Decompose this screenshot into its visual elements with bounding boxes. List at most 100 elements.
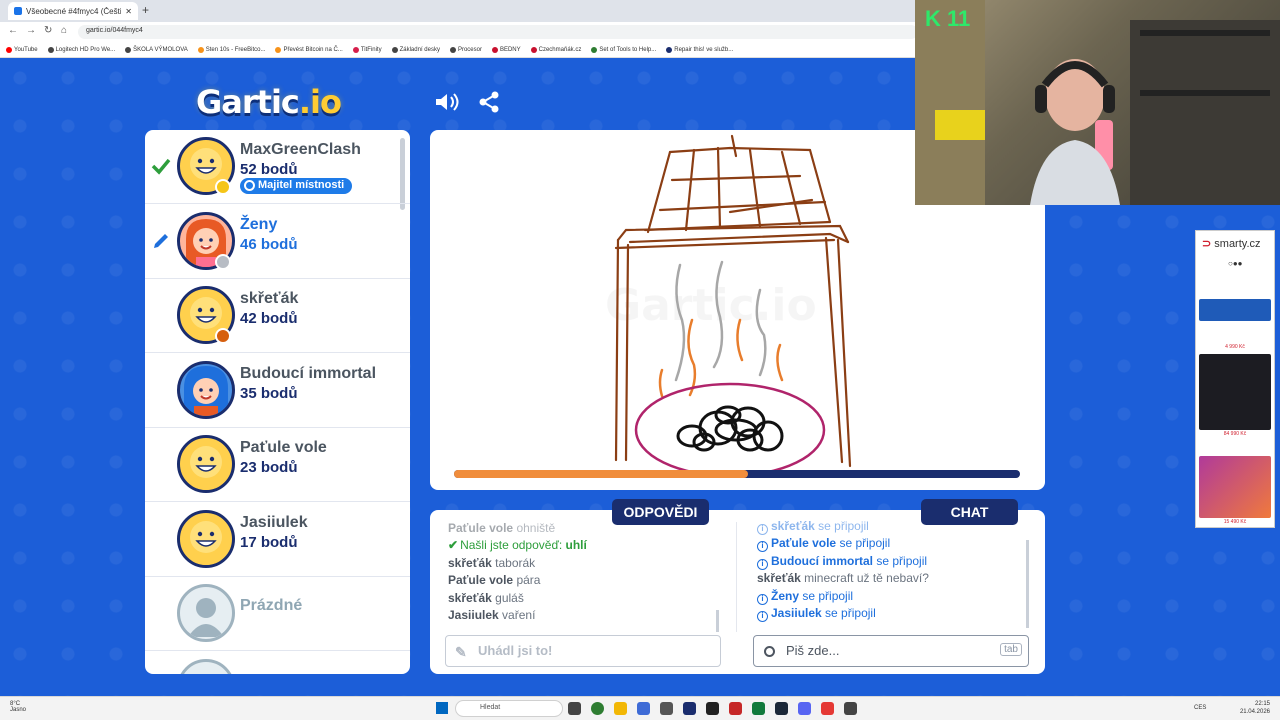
bookmark-favicon-icon [197,46,204,53]
input-language[interactable]: CES [1194,705,1206,711]
chat-join-line: i Jasiiulek se připojil [757,605,1022,623]
address-bar[interactable]: gartic.io/044fmyc4 [78,25,918,39]
bookmark-favicon-icon [125,46,132,53]
bookmark-label: YouTube [14,46,38,53]
forward-icon[interactable]: → [26,25,36,36]
empty-avatar [177,658,235,674]
player-row[interactable]: Prázdné [145,577,410,651]
chat-text: se připojil [825,606,876,621]
info-icon: i [757,611,768,623]
answer-line: skřeťák taborák [448,555,718,572]
bookmark-favicon-icon [666,46,673,53]
ad-product-monitor[interactable] [1199,456,1271,518]
chat-user: Budoucí immortal [771,553,874,568]
chat-scrollbar[interactable] [1026,540,1029,628]
chat-user: skřeťák [757,571,801,586]
sound-icon[interactable] [434,91,460,113]
answer-user: skřeťák [448,590,492,605]
bookmark-favicon-icon [391,46,398,53]
tab-key-hint: tab [1000,643,1022,656]
chat-join-line: i Budoucí immortal se připojil [757,553,1022,570]
ad-product-pc[interactable] [1199,354,1271,430]
info-icon: i [757,558,768,570]
guess-input[interactable]: ✎ Uhádl jsi to! [445,635,721,667]
player-row[interactable]: skřeťák 42 bodů [145,279,410,353]
player-row[interactable]: Jasiiulek 17 bodů [145,503,410,577]
chat-input[interactable]: Piš zde... tab [753,635,1029,667]
app-icon[interactable] [706,702,719,715]
close-tab-icon[interactable]: ✕ [125,7,132,16]
avatar [177,360,235,419]
chrome-icon[interactable] [591,702,604,715]
back-icon[interactable]: ← [8,25,18,36]
steam-icon[interactable] [775,702,788,715]
tab-title: Všeobecné #4fmyc4 (Čeština) [26,6,122,16]
bookmark-label: Czechmaňák.cz [538,46,582,53]
app-icon[interactable] [821,702,834,715]
ad-carousel-dots[interactable]: ○●● [1228,259,1243,268]
answers-scrollbar[interactable] [716,610,719,632]
player-row[interactable]: MaxGreenClash 52 bodů Majitel místnosti [145,130,410,204]
task-view-icon[interactable] [568,702,581,715]
browser-tab[interactable]: Všeobecné #4fmyc4 (Čeština) ✕ [8,2,138,20]
bookmark-item[interactable]: Převést Bitcoin na Č... [275,46,343,53]
player-name: MaxGreenClash [240,141,361,158]
windows-start-icon[interactable] [436,702,448,714]
answer-text: pára [516,573,541,588]
player-row[interactable]: Ženy 46 bodů [145,205,410,279]
streamer [1030,59,1120,205]
chat-user: Paťule vole [771,536,837,551]
chat-input-placeholder: Piš zde... [786,643,840,658]
chat-tab[interactable]: CHAT [921,499,1018,525]
bookmark-item[interactable]: Logitech HD Pro We... [47,46,115,53]
weather-widget[interactable]: 8°C Jasno [10,701,26,713]
status-dot [215,328,231,344]
bookmark-item[interactable]: TitFinity [352,46,382,53]
discord-icon[interactable] [798,702,811,715]
app-icon[interactable] [844,702,857,715]
chat-message-line: skřeťák minecraft už tě nebaví? [757,570,1022,587]
taskbar-search[interactable]: Hledat [455,700,563,717]
player-row[interactable]: Paťule vole 23 bodů [145,428,410,502]
bookmark-item[interactable]: BEDNY [491,46,521,53]
chat-user: Ženy [771,588,800,603]
new-tab-button[interactable]: + [142,3,149,17]
ad-banner[interactable]: ⊃ smarty.cz ○●● 4 990 Kč 84 990 Kč 15 49… [1195,230,1275,528]
bookmark-item[interactable]: Repair this! ve služb... [666,46,733,53]
bookmark-favicon-icon [275,46,282,53]
app-icon[interactable] [637,702,650,715]
system-clock[interactable]: 22:15 21.04.2026 [1240,700,1270,716]
player-row[interactable]: Budoucí immortal 35 bodů [145,354,410,428]
app-icon[interactable] [729,702,742,715]
player-name: skřeťák [240,290,299,307]
bookmark-item[interactable]: Procesor [449,46,482,53]
reload-icon[interactable]: ↻ [44,25,52,36]
gartic-logo: Gartic.io [196,83,342,121]
info-icon: i [757,524,768,535]
bookmark-item[interactable]: ŠKOLA VÝMOLOVA [125,46,188,53]
answer-line: Paťule vole pára [448,572,718,589]
check-icon [151,156,171,176]
round-timer-fill [454,470,749,478]
answers-tab[interactable]: ODPOVĚDI [612,499,709,525]
webcam-logo: K 11 [925,6,971,31]
explorer-icon[interactable] [614,702,627,715]
app-icon[interactable] [752,702,765,715]
app-icon[interactable] [660,702,673,715]
player-name: Ženy [240,215,278,233]
share-icon[interactable] [478,91,500,113]
player-name: Prázdné [240,597,303,614]
app-icon[interactable] [683,702,696,715]
home-icon[interactable]: ⌂ [61,25,67,36]
bookmark-item[interactable]: YouTube [6,46,38,53]
answer-line: Jasiiulek vaření [448,607,718,624]
bookmark-item[interactable]: Czechmaňák.cz [530,46,582,53]
player-points: 52 bodů [240,161,298,178]
bookmark-item[interactable]: Základní desky [391,46,440,53]
ad-product-ssd[interactable] [1199,299,1271,321]
chat-join-line: i Ženy se připojil [757,588,1022,605]
bookmark-item[interactable]: Set of Tools to Help... [591,46,656,53]
player-points: 46 bodů [240,235,298,253]
player-name: Paťule vole [240,439,327,456]
bookmark-item[interactable]: Sten 10s - FreeBitco... [197,46,265,53]
